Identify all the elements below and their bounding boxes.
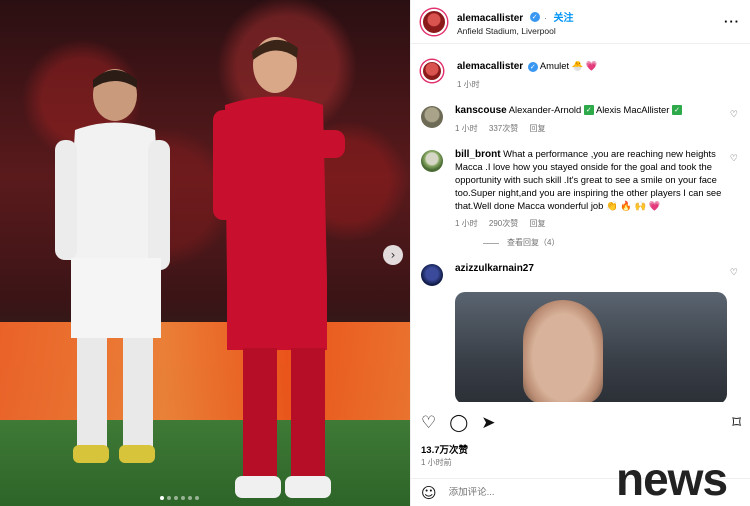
player-real-madrid [55, 69, 170, 463]
follow-button[interactable]: 关注 [554, 13, 574, 24]
post-caption: alemacallister ✓ Amulet 🐣 💗 1 小时 [421, 60, 740, 90]
comment-time: 1 小时 [455, 123, 478, 133]
author-avatar[interactable] [421, 8, 447, 35]
comment-item: kanscouse Alexander-Arnold ✓ Alexis MacA… [421, 104, 740, 134]
comment-input[interactable] [448, 487, 599, 498]
comment-username[interactable]: bill_bront [455, 149, 501, 160]
caption-username[interactable]: alemacallister [457, 61, 523, 72]
comment-username[interactable]: kanscouse [455, 105, 507, 116]
post-time: 1 小时前 [421, 458, 452, 467]
post-photo[interactable]: › [0, 0, 410, 506]
comment-username[interactable]: azizzulkarnain27 [455, 263, 534, 274]
comment-gif-image[interactable] [455, 292, 727, 402]
more-options-icon[interactable]: ··· [724, 14, 740, 29]
post-location[interactable]: Anfield Stadium, Liverpool [457, 26, 574, 36]
comment-icon[interactable]: ◯ [449, 413, 468, 433]
player-liverpool [213, 37, 345, 498]
caption-time: 1 小时 [457, 79, 480, 89]
share-icon[interactable]: ➤ [481, 413, 495, 433]
comment-likes[interactable]: 337次赞 [489, 124, 518, 133]
author-username[interactable]: alemacallister [457, 13, 523, 24]
comment-time: 1 小时 [455, 219, 478, 229]
bookmark-icon[interactable]: ⌑ [732, 413, 741, 433]
caption-avatar[interactable] [421, 60, 443, 82]
post-side-panel: alemacallister ✓ · 关注 Anfield Stadium, L… [410, 0, 750, 506]
news-watermark: news [616, 453, 728, 505]
gif-person [523, 300, 603, 402]
like-heart-icon[interactable]: ♡ [421, 413, 436, 433]
view-replies-button[interactable]: 查看回复（4） [483, 237, 740, 248]
reply-button[interactable]: 回复 [530, 219, 546, 228]
carousel-indicator [160, 496, 199, 500]
caption-text: Amulet 🐣 💗 [539, 60, 598, 71]
verified-icon: ✓ [529, 11, 540, 22]
comment-text-part: Alexis MacAllister [595, 103, 670, 115]
emoji-icon[interactable]: ☺ [421, 484, 437, 502]
post-header: alemacallister ✓ · 关注 Anfield Stadium, L… [411, 0, 750, 44]
check-icon: ✓ [583, 105, 594, 116]
check-icon: ✓ [672, 105, 682, 116]
commenter-avatar[interactable] [421, 105, 443, 128]
comments-list: alemacallister ✓ Amulet 🐣 💗 1 小时 kanscou… [411, 44, 750, 402]
like-comment-heart-icon[interactable]: ♡ [730, 110, 738, 120]
next-photo-button[interactable]: › [383, 245, 403, 265]
like-comment-heart-icon[interactable]: ♡ [730, 268, 738, 278]
like-count[interactable]: 13.7万次赞 [421, 442, 468, 456]
commenter-avatar[interactable] [421, 149, 443, 172]
comment-likes[interactable]: 290次赞 [489, 219, 518, 228]
comment-item: bill_bront What a performance ,you are r… [421, 148, 740, 230]
comment-item: azizzulkarnain27 ♡ [421, 262, 740, 287]
post-actions-bar: ♡ ◯ ➤ ⌑ [421, 410, 741, 436]
commenter-avatar[interactable] [421, 264, 443, 287]
like-comment-heart-icon[interactable]: ♡ [730, 154, 738, 164]
comment-text-part: Alexander-Arnold [508, 103, 582, 115]
verified-icon: ✓ [527, 61, 538, 72]
reply-button[interactable]: 回复 [530, 124, 546, 133]
